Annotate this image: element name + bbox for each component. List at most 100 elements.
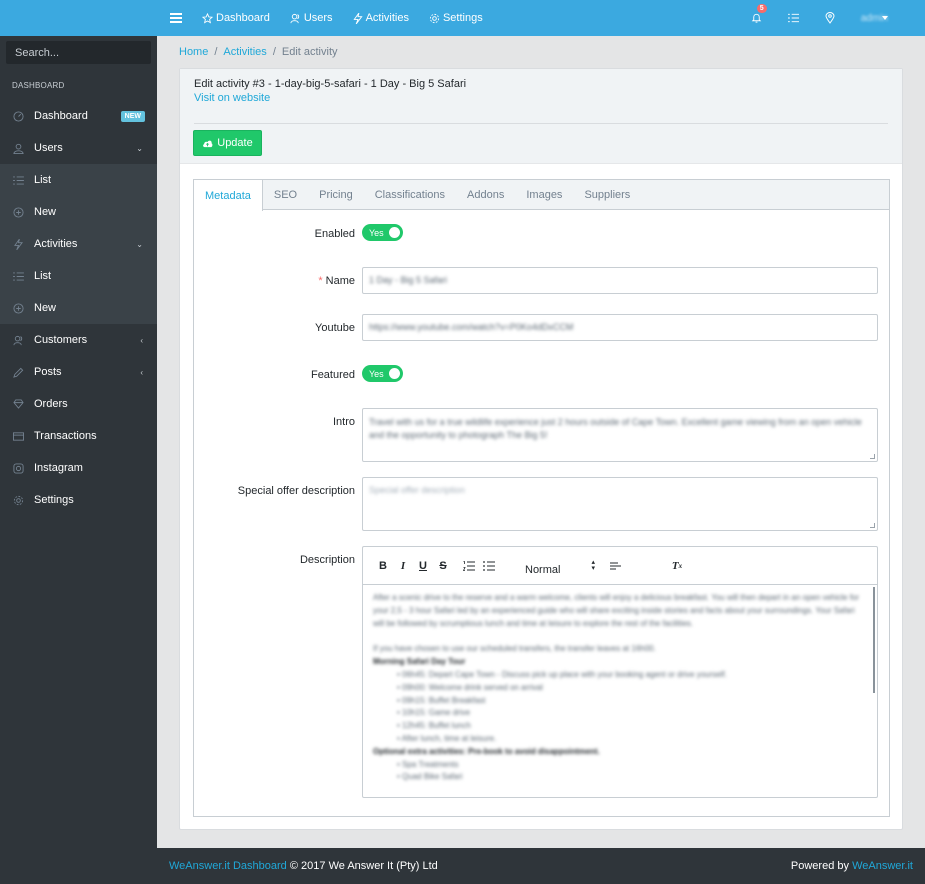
sidebar-item-transactions[interactable]: Transactions — [0, 420, 157, 452]
align-icon[interactable] — [605, 557, 625, 575]
clear-format-icon[interactable]: Tx — [667, 557, 687, 575]
name-input[interactable]: 1 Day - Big 5 Safari — [362, 267, 878, 294]
tab-metadata[interactable]: Metadata — [194, 180, 263, 211]
sidebar-item-customers[interactable]: Customers ‹ — [0, 324, 157, 356]
breadcrumb-activities[interactable]: Activities — [223, 46, 266, 58]
nav-activities-link[interactable]: Activities — [353, 12, 409, 24]
list-item: 12h45: Buffet lunch — [397, 720, 867, 733]
sidebar-item-users-new[interactable]: New — [0, 196, 157, 228]
description-list: Spa Treatments Quad Bike Safari — [373, 759, 867, 785]
tab-classifications[interactable]: Classifications — [364, 180, 456, 210]
tasks-button[interactable] — [787, 13, 799, 23]
sidebar-item-dashboard[interactable]: Dashboard NEW — [0, 100, 157, 132]
description-paragraph: After a scenic drive to the reserve and … — [373, 593, 860, 628]
instagram-icon — [12, 462, 24, 474]
description-paragraph: If you have chosen to use our scheduled … — [373, 644, 656, 654]
chevron-down-icon[interactable] — [882, 16, 888, 20]
sidebar-item-users-list[interactable]: List — [0, 164, 157, 196]
ordered-list-icon[interactable] — [459, 557, 479, 575]
intro-textarea[interactable]: Travel with us for a true wildlife exper… — [362, 408, 878, 462]
footer-copyright: © 2017 We Answer It (Pty) Ltd — [289, 860, 438, 872]
pencil-icon — [12, 366, 24, 378]
editor-content[interactable]: After a scenic drive to the reserve and … — [363, 585, 877, 797]
chevron-left-icon: ‹ — [140, 367, 143, 377]
strike-button[interactable]: S — [433, 557, 453, 575]
tab-images[interactable]: Images — [515, 180, 573, 210]
user-icon — [12, 142, 24, 154]
tab-bar: Metadata SEO Pricing Classifications Add… — [194, 180, 889, 211]
featured-toggle[interactable]: Yes — [362, 365, 403, 382]
breadcrumb-current: Edit activity — [281, 46, 338, 58]
speedometer-icon — [12, 110, 24, 122]
sidebar-search-input[interactable]: Search... — [6, 41, 151, 64]
sidebar-item-label: Posts — [34, 366, 62, 378]
nav-activities-label: Activities — [365, 12, 409, 24]
bullet-list-icon[interactable] — [479, 557, 499, 575]
italic-button[interactable]: I — [393, 557, 413, 575]
featured-label: Featured — [310, 369, 355, 381]
list-item: 09h15: Buffet Breakfast — [397, 695, 867, 708]
special-offer-textarea[interactable]: Special offer description — [362, 477, 878, 531]
list-icon — [787, 13, 799, 23]
bold-button[interactable]: B — [373, 557, 393, 575]
description-heading: Optional extra activities: Pre-book to a… — [373, 746, 600, 756]
enabled-toggle[interactable]: Yes — [362, 224, 403, 241]
cloud-upload-icon — [203, 140, 213, 147]
nav-users-label: Users — [303, 12, 333, 24]
nav-dashboard-link[interactable]: Dashboard — [202, 12, 270, 24]
sidebar-item-label: List — [34, 174, 52, 186]
notification-badge: 5 — [756, 4, 767, 13]
sidebar-item-orders[interactable]: Orders — [0, 388, 157, 420]
editor-scrollbar[interactable] — [873, 587, 875, 693]
nav-settings-link[interactable]: Settings — [429, 12, 483, 24]
underline-button[interactable]: U — [413, 557, 433, 575]
header-divider — [194, 123, 888, 124]
sidebar-item-activities-list[interactable]: List — [0, 260, 157, 292]
required-marker: * — [318, 275, 323, 287]
format-select-value: Normal — [525, 563, 561, 576]
sidebar-item-users[interactable]: Users ⌄ — [0, 132, 157, 164]
footer-brand-link[interactable]: WeAnswer.it Dashboard — [169, 860, 287, 872]
list-item: Quad Bike Safari — [397, 771, 867, 784]
bolt-icon — [353, 12, 363, 24]
format-select[interactable]: Normal ▴ ▾ — [525, 556, 595, 576]
youtube-label: Youtube — [315, 322, 355, 334]
sidebar-item-activities-new[interactable]: New — [0, 292, 157, 324]
sidebar-toggle-icon[interactable] — [170, 13, 182, 23]
new-badge: NEW — [120, 110, 145, 122]
notifications-button[interactable]: 5 — [751, 4, 767, 24]
sidebar-item-label: Customers — [34, 334, 88, 346]
youtube-input[interactable]: https://www.youtube.com/watch?v=P0Ko4dDx… — [362, 314, 878, 341]
sidebar-item-label: Instagram — [34, 462, 83, 474]
tab-seo[interactable]: SEO — [263, 180, 308, 210]
description-editor[interactable]: B I U S Normal ▴ ▾ Tx After a scenic driv… — [362, 546, 878, 798]
breadcrumb-home[interactable]: Home — [179, 46, 208, 58]
visit-website-link[interactable]: Visit on website — [194, 91, 888, 105]
tab-addons[interactable]: Addons — [456, 180, 515, 210]
plus-circle-icon — [12, 302, 24, 314]
sidebar-item-settings[interactable]: Settings — [0, 484, 157, 516]
tab-suppliers[interactable]: Suppliers — [573, 180, 641, 210]
diamond-icon — [12, 398, 24, 410]
sidebar-item-instagram[interactable]: Instagram — [0, 452, 157, 484]
update-button[interactable]: Update — [193, 130, 262, 156]
name-label-text: Name — [325, 275, 355, 287]
name-value: 1 Day - Big 5 Safari — [369, 275, 448, 285]
location-pin-icon — [825, 12, 835, 24]
resize-handle[interactable] — [870, 454, 875, 459]
list-icon — [12, 270, 24, 282]
sidebar-item-posts[interactable]: Posts ‹ — [0, 356, 157, 388]
brand-area[interactable] — [0, 0, 157, 36]
sidebar-item-label: New — [34, 302, 57, 314]
enabled-toggle-text: Yes — [369, 227, 384, 238]
sidebar-item-label: List — [34, 270, 52, 282]
special-offer-placeholder: Special offer description — [369, 485, 465, 495]
resize-handle[interactable] — [870, 523, 875, 528]
nav-users-link[interactable]: Users — [290, 12, 333, 24]
sidebar-item-activities[interactable]: Activities ⌄ — [0, 228, 157, 260]
chevron-down-icon: ⌄ — [136, 143, 143, 153]
location-button[interactable] — [825, 12, 835, 24]
tab-pricing[interactable]: Pricing — [308, 180, 364, 210]
sidebar-section-title: DASHBOARD — [12, 81, 65, 90]
footer-powered-link[interactable]: WeAnswer.it — [852, 860, 913, 872]
